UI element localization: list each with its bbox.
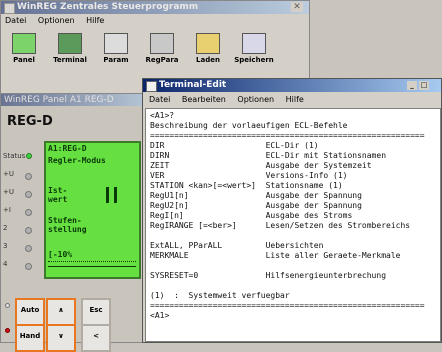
terminal-line: DIRN ECL-Dir mit Stationsnamen xyxy=(150,151,387,160)
terminal-window: Terminal-Edit _ □ Datei Bearbeiten Optio… xyxy=(142,78,442,343)
panel-window: WinREG Panel A1 REG-D REG-D Status +U +U… xyxy=(0,93,151,352)
lcd-line-2: Regler-Modus xyxy=(48,156,106,165)
menu-bearbeiten[interactable]: Bearbeiten xyxy=(182,95,226,104)
status-label: Status xyxy=(3,152,26,160)
status-led xyxy=(25,191,32,198)
lcd-line-3: Ist- xyxy=(48,186,68,195)
terminal-line: RegI[n] Ausgabe des Stroms xyxy=(150,211,353,220)
regpara-button[interactable]: RegPara xyxy=(141,30,183,70)
terminal-line: STATION <kan>[=<wert>] Stationsname (1) xyxy=(150,181,343,190)
terminal-title-bar[interactable]: Terminal-Edit _ □ xyxy=(143,79,441,92)
lcd-bar-2 xyxy=(114,187,117,203)
status-row-3: 3 xyxy=(3,242,33,260)
menu-optionen[interactable]: Optionen xyxy=(38,16,75,25)
panel-button[interactable]: Panel xyxy=(3,30,45,70)
menu-datei[interactable]: Datei xyxy=(149,95,170,104)
lcd-line-7: [-10% xyxy=(48,250,73,259)
terminal-line: RegU2[n] Ausgabe der Spannung xyxy=(150,201,362,210)
keypad: Auto ∧ Esc Hand ∨ < xyxy=(1,294,151,352)
terminal-line: DIR ECL-Dir (1) xyxy=(150,141,319,150)
terminal-line: ========================================… xyxy=(150,301,425,310)
terminal-line: ExtALL, PParALL Uebersichten xyxy=(150,241,324,250)
device-name: REG-D xyxy=(7,114,53,129)
status-row-u1: +U xyxy=(3,170,33,188)
laden-button[interactable]: Laden xyxy=(187,30,229,70)
auto-button[interactable]: Auto xyxy=(15,298,45,326)
status-row-4: 4 xyxy=(3,260,33,278)
lcd-scale xyxy=(48,261,136,267)
status-row-i: +I xyxy=(3,206,33,224)
main-menu-bar: Datei Optionen Hilfe xyxy=(5,16,305,27)
lcd-line-1: A1:REG-D xyxy=(48,144,87,153)
app-icon xyxy=(4,3,15,14)
terminal-title: Terminal-Edit xyxy=(159,80,227,90)
lcd-line-4: wert xyxy=(48,195,68,204)
status-led xyxy=(25,263,32,270)
panel-icon xyxy=(12,33,36,54)
esc-button[interactable]: Esc xyxy=(81,298,111,326)
minimize-icon[interactable]: _ xyxy=(407,81,417,90)
down-button[interactable]: ∨ xyxy=(46,324,76,352)
terminal-line: ZEIT Ausgabe der Systemzeit xyxy=(150,161,372,170)
terminal-line: ========================================… xyxy=(150,131,425,140)
terminal-text-area[interactable]: <A1>? Beschreibung der vorlaeufigen ECL-… xyxy=(145,108,441,342)
hand-led xyxy=(5,328,10,333)
regpara-icon xyxy=(150,33,174,54)
status-led xyxy=(25,245,32,252)
terminal-line: <A1> xyxy=(150,311,170,320)
param-button[interactable]: Param xyxy=(95,30,137,70)
terminal-line: (1) : Systemweit verfuegbar xyxy=(150,291,290,300)
lcd-bar-1 xyxy=(106,187,109,203)
menu-hilfe[interactable]: Hilfe xyxy=(86,16,104,25)
lcd-display: A1:REG-D Regler-Modus Ist- wert Stufen- … xyxy=(44,141,141,279)
terminal-line: Beschreibung der vorlaeufigen ECL-Befehl… xyxy=(150,121,348,130)
hand-button[interactable]: Hand xyxy=(15,324,45,352)
status-led xyxy=(25,209,32,216)
terminal-line: VER Versions-Info (1) xyxy=(150,171,348,180)
panel-title-bar[interactable]: WinREG Panel A1 REG-D xyxy=(1,94,149,106)
terminal-line: RegIRANGE [=<ber>] Lesen/Setzen des Stro… xyxy=(150,221,411,230)
speichern-button[interactable]: Speichern xyxy=(233,30,275,70)
save-icon xyxy=(242,33,266,54)
folder-icon xyxy=(196,33,220,54)
terminal-line: MERKMALE Liste aller Geraete-Merkmale xyxy=(150,251,401,260)
terminal-line: SYSRESET=0 Hilfsenergieunterbrechung xyxy=(150,271,387,280)
terminal-app-icon xyxy=(146,81,157,92)
lcd-line-5: Stufen- xyxy=(48,216,82,225)
terminal-line: RegU1[n] Ausgabe der Spannung xyxy=(150,191,362,200)
terminal-line: <A1>? xyxy=(150,111,175,120)
menu-optionen[interactable]: Optionen xyxy=(237,95,274,104)
status-row-u2: +U xyxy=(3,188,33,206)
lcd-line-6: stellung xyxy=(48,225,87,234)
menu-hilfe[interactable]: Hilfe xyxy=(286,95,304,104)
terminal-button[interactable]: Terminal xyxy=(49,30,91,70)
up-button[interactable]: ∧ xyxy=(46,298,76,326)
close-icon[interactable]: ✕ xyxy=(291,2,303,12)
auto-led xyxy=(5,303,10,308)
status-led xyxy=(26,153,32,159)
main-title-bar[interactable]: WinREG Zentrales Steuerprogramm ✕ xyxy=(1,1,309,14)
status-row-2: 2 xyxy=(3,224,33,242)
maximize-icon[interactable]: □ xyxy=(419,81,429,90)
terminal-menu-bar: Datei Bearbeiten Optionen Hilfe xyxy=(149,95,439,106)
terminal-icon xyxy=(58,33,82,54)
param-icon xyxy=(104,33,128,54)
menu-datei[interactable]: Datei xyxy=(5,16,26,25)
main-toolbar: Panel Terminal Param RegPara Laden Speic… xyxy=(3,30,309,72)
left-button[interactable]: < xyxy=(81,324,111,352)
status-led xyxy=(25,227,32,234)
panel-title: WinREG Panel A1 REG-D xyxy=(4,95,114,105)
status-led xyxy=(25,173,32,180)
main-title: WinREG Zentrales Steuerprogramm xyxy=(17,2,199,12)
